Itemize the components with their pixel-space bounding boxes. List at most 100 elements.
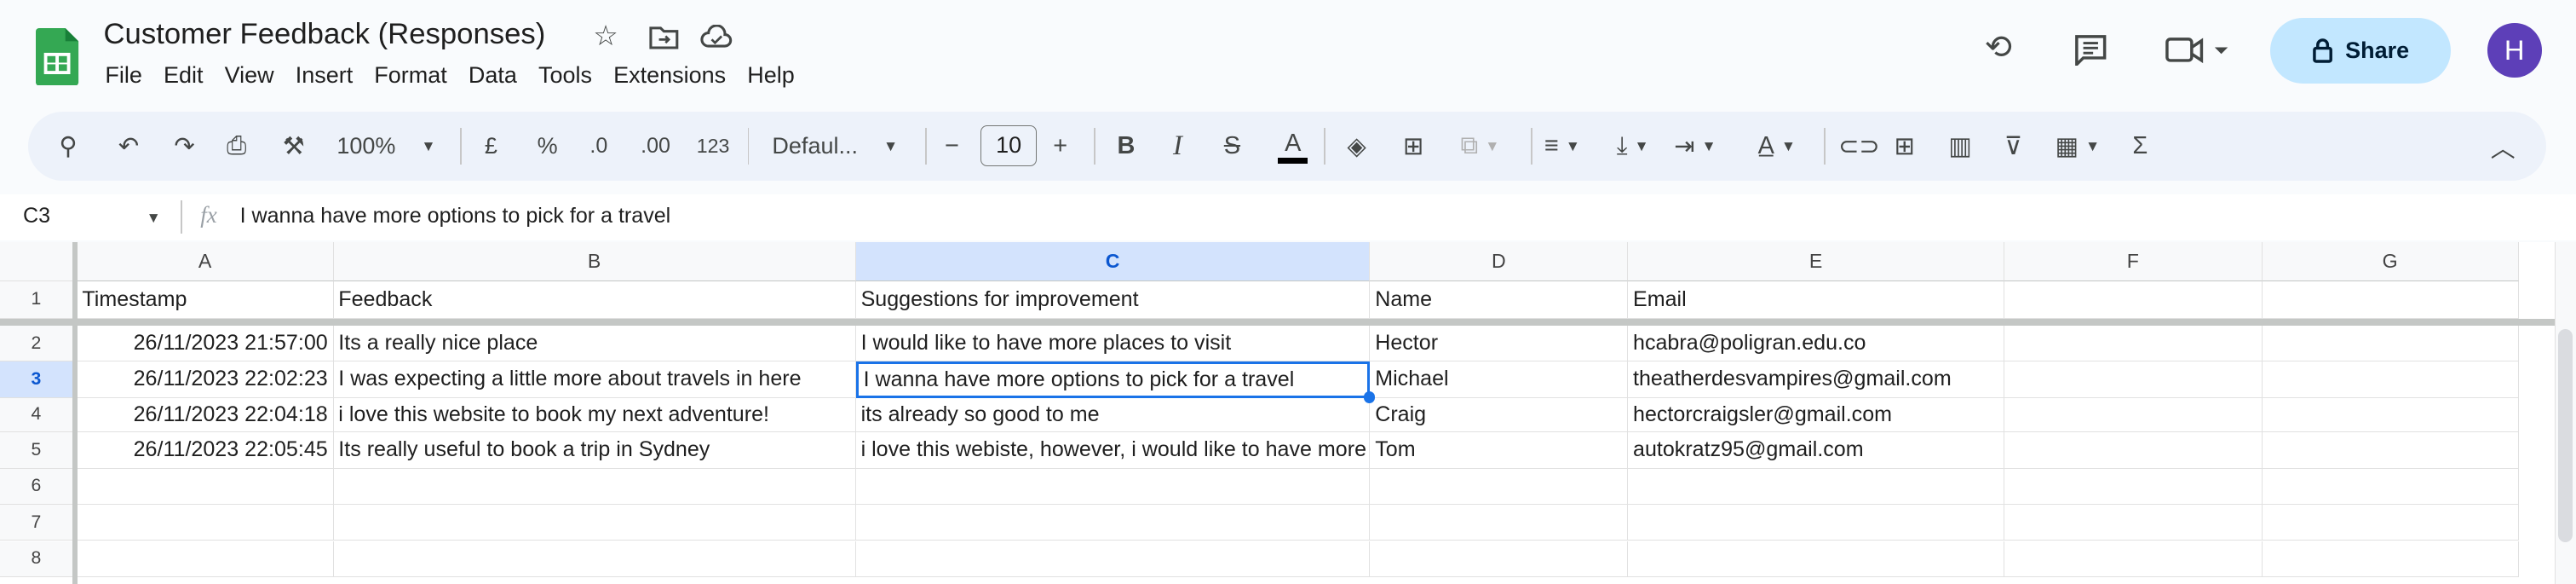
filter-views-icon[interactable]: ▦ ▼ bbox=[2056, 112, 2101, 181]
filter-icon[interactable]: ⊽ bbox=[2004, 112, 2022, 181]
move-folder-icon[interactable] bbox=[649, 25, 679, 49]
menu-insert[interactable]: Insert bbox=[296, 62, 365, 89]
insert-chart-icon[interactable]: ▥ bbox=[1948, 112, 1971, 181]
font-select[interactable]: Defaul... ▼ bbox=[772, 112, 898, 181]
cell-E1[interactable]: Email bbox=[1628, 280, 2004, 320]
cell-E4[interactable]: hectorcraigsler@gmail.com bbox=[1628, 397, 2004, 433]
cell-E5[interactable]: autokratz95@gmail.com bbox=[1628, 432, 2004, 469]
share-button[interactable]: Share bbox=[2270, 18, 2452, 84]
document-title[interactable]: Customer Feedback (Responses) bbox=[104, 18, 546, 51]
search-menus-icon[interactable]: ⚲ bbox=[59, 112, 77, 181]
cell-B6[interactable] bbox=[333, 468, 856, 506]
fill-handle[interactable] bbox=[1363, 391, 1376, 403]
cell-C1[interactable]: Suggestions for improvement bbox=[855, 280, 1371, 320]
column-header-c[interactable]: C bbox=[855, 241, 1371, 281]
column-header-a[interactable]: A bbox=[77, 241, 334, 281]
cell-C3[interactable]: I wanna have more options to pick for a … bbox=[855, 361, 1371, 398]
frozen-row-divider[interactable] bbox=[0, 319, 2555, 326]
row-header-5[interactable]: 5 bbox=[0, 432, 72, 469]
cell-E2[interactable]: hcabra@poligran.edu.co bbox=[1628, 325, 2004, 362]
collapse-toolbar-icon[interactable]: ︿ bbox=[2491, 112, 2516, 181]
row-header-6[interactable]: 6 bbox=[0, 468, 72, 506]
cell-F1[interactable] bbox=[2004, 280, 2263, 320]
paint-format-icon[interactable]: ⚒ bbox=[283, 112, 305, 181]
menu-edit[interactable]: Edit bbox=[164, 62, 215, 89]
cell-F6[interactable] bbox=[2004, 468, 2263, 506]
decrease-font-size-icon[interactable]: − bbox=[945, 112, 959, 181]
row-header-2[interactable]: 2 bbox=[0, 325, 72, 362]
cell-G8[interactable] bbox=[2262, 541, 2519, 577]
italic-button[interactable]: I bbox=[1173, 112, 1182, 181]
horizontal-align-icon[interactable]: ≡ ▼ bbox=[1544, 112, 1580, 181]
cell-C4[interactable]: its already so good to me bbox=[855, 397, 1371, 433]
text-wrapping-icon[interactable]: ⇥ ▼ bbox=[1674, 112, 1716, 181]
cell-D2[interactable]: Hector bbox=[1370, 325, 1629, 362]
menu-format[interactable]: Format bbox=[374, 62, 458, 89]
cell-B1[interactable]: Feedback bbox=[333, 280, 856, 320]
cell-B5[interactable]: Its really useful to book a trip in Sydn… bbox=[333, 432, 856, 469]
cell-D8[interactable] bbox=[1370, 541, 1629, 577]
cell-B8[interactable] bbox=[333, 541, 856, 577]
cell-F5[interactable] bbox=[2004, 432, 2263, 469]
cell-A3[interactable]: 26/11/2023 22:02:23 bbox=[77, 361, 334, 398]
borders-icon[interactable]: ⊞ bbox=[1403, 112, 1423, 181]
redo-icon[interactable]: ↷ bbox=[174, 112, 194, 181]
name-box[interactable]: C3 bbox=[23, 204, 50, 228]
avatar[interactable]: H bbox=[2487, 23, 2542, 78]
spreadsheet-grid[interactable]: A B C D E F G 1 Timestamp Feedback Suggestions for… bbox=[0, 241, 2555, 584]
formula-input[interactable]: I wanna have more options to pick for a … bbox=[240, 204, 671, 228]
text-color-button[interactable]: A bbox=[1274, 112, 1313, 181]
cell-G7[interactable] bbox=[2262, 505, 2519, 541]
undo-icon[interactable]: ↶ bbox=[118, 112, 139, 181]
merge-cells-icon[interactable]: ⧉ ▼ bbox=[1461, 112, 1500, 181]
cell-E8[interactable] bbox=[1628, 541, 2004, 577]
cloud-saved-icon[interactable] bbox=[700, 24, 733, 49]
cell-D3[interactable]: Michael bbox=[1370, 361, 1629, 398]
cell-B4[interactable]: i love this website to book my next adve… bbox=[333, 397, 856, 433]
scrollbar-thumb[interactable] bbox=[2557, 328, 2573, 543]
text-rotation-icon[interactable]: A̲ ▼ bbox=[1758, 112, 1796, 181]
number-format-button[interactable]: 123 bbox=[697, 112, 730, 181]
insert-link-icon[interactable]: ⊂⊃ bbox=[1838, 112, 1879, 181]
percent-format-button[interactable]: % bbox=[538, 112, 558, 181]
cell-G5[interactable] bbox=[2262, 432, 2519, 469]
menu-view[interactable]: View bbox=[225, 62, 286, 89]
cell-G3[interactable] bbox=[2262, 361, 2519, 398]
strikethrough-button[interactable]: S bbox=[1224, 112, 1240, 181]
cell-F3[interactable] bbox=[2004, 361, 2263, 398]
menu-help[interactable]: Help bbox=[747, 62, 806, 89]
cell-B7[interactable] bbox=[333, 505, 856, 541]
functions-button[interactable]: Σ bbox=[2132, 112, 2148, 181]
cell-C6[interactable] bbox=[855, 468, 1371, 506]
meet-icon[interactable] bbox=[2165, 36, 2231, 66]
fill-color-icon[interactable]: ◈ bbox=[1347, 112, 1366, 181]
decrease-decimal-button[interactable]: .0 bbox=[589, 112, 607, 181]
column-header-b[interactable]: B bbox=[333, 241, 856, 281]
currency-format-button[interactable]: £ bbox=[485, 112, 497, 181]
chevron-down-icon[interactable]: ▼ bbox=[147, 209, 161, 227]
cell-F7[interactable] bbox=[2004, 505, 2263, 541]
select-all-corner[interactable] bbox=[0, 241, 72, 281]
cell-A4[interactable]: 26/11/2023 22:04:18 bbox=[77, 397, 334, 433]
column-header-f[interactable]: F bbox=[2004, 241, 2263, 281]
cell-C7[interactable] bbox=[855, 505, 1371, 541]
cell-G2[interactable] bbox=[2262, 325, 2519, 362]
cell-F8[interactable] bbox=[2004, 541, 2263, 577]
row-header-4[interactable]: 4 bbox=[0, 397, 72, 433]
column-header-e[interactable]: E bbox=[1628, 241, 2004, 281]
row-header-7[interactable]: 7 bbox=[0, 505, 72, 541]
comments-icon[interactable] bbox=[2073, 33, 2108, 66]
cell-D7[interactable] bbox=[1370, 505, 1629, 541]
menu-extensions[interactable]: Extensions bbox=[613, 62, 738, 89]
cell-A5[interactable]: 26/11/2023 22:05:45 bbox=[77, 432, 334, 469]
cell-B3[interactable]: I was expecting a little more about trav… bbox=[333, 361, 856, 398]
cell-B2[interactable]: Its a really nice place bbox=[333, 325, 856, 362]
cell-D1[interactable]: Name bbox=[1370, 280, 1629, 320]
sheets-logo-icon[interactable] bbox=[36, 27, 79, 86]
menu-data[interactable]: Data bbox=[469, 62, 529, 89]
row-header-8[interactable]: 8 bbox=[0, 541, 72, 577]
version-history-icon[interactable]: ⟲ bbox=[1985, 28, 2012, 66]
cell-G4[interactable] bbox=[2262, 397, 2519, 433]
cell-D4[interactable]: Craig bbox=[1370, 397, 1629, 433]
row-header-3[interactable]: 3 bbox=[0, 361, 72, 398]
